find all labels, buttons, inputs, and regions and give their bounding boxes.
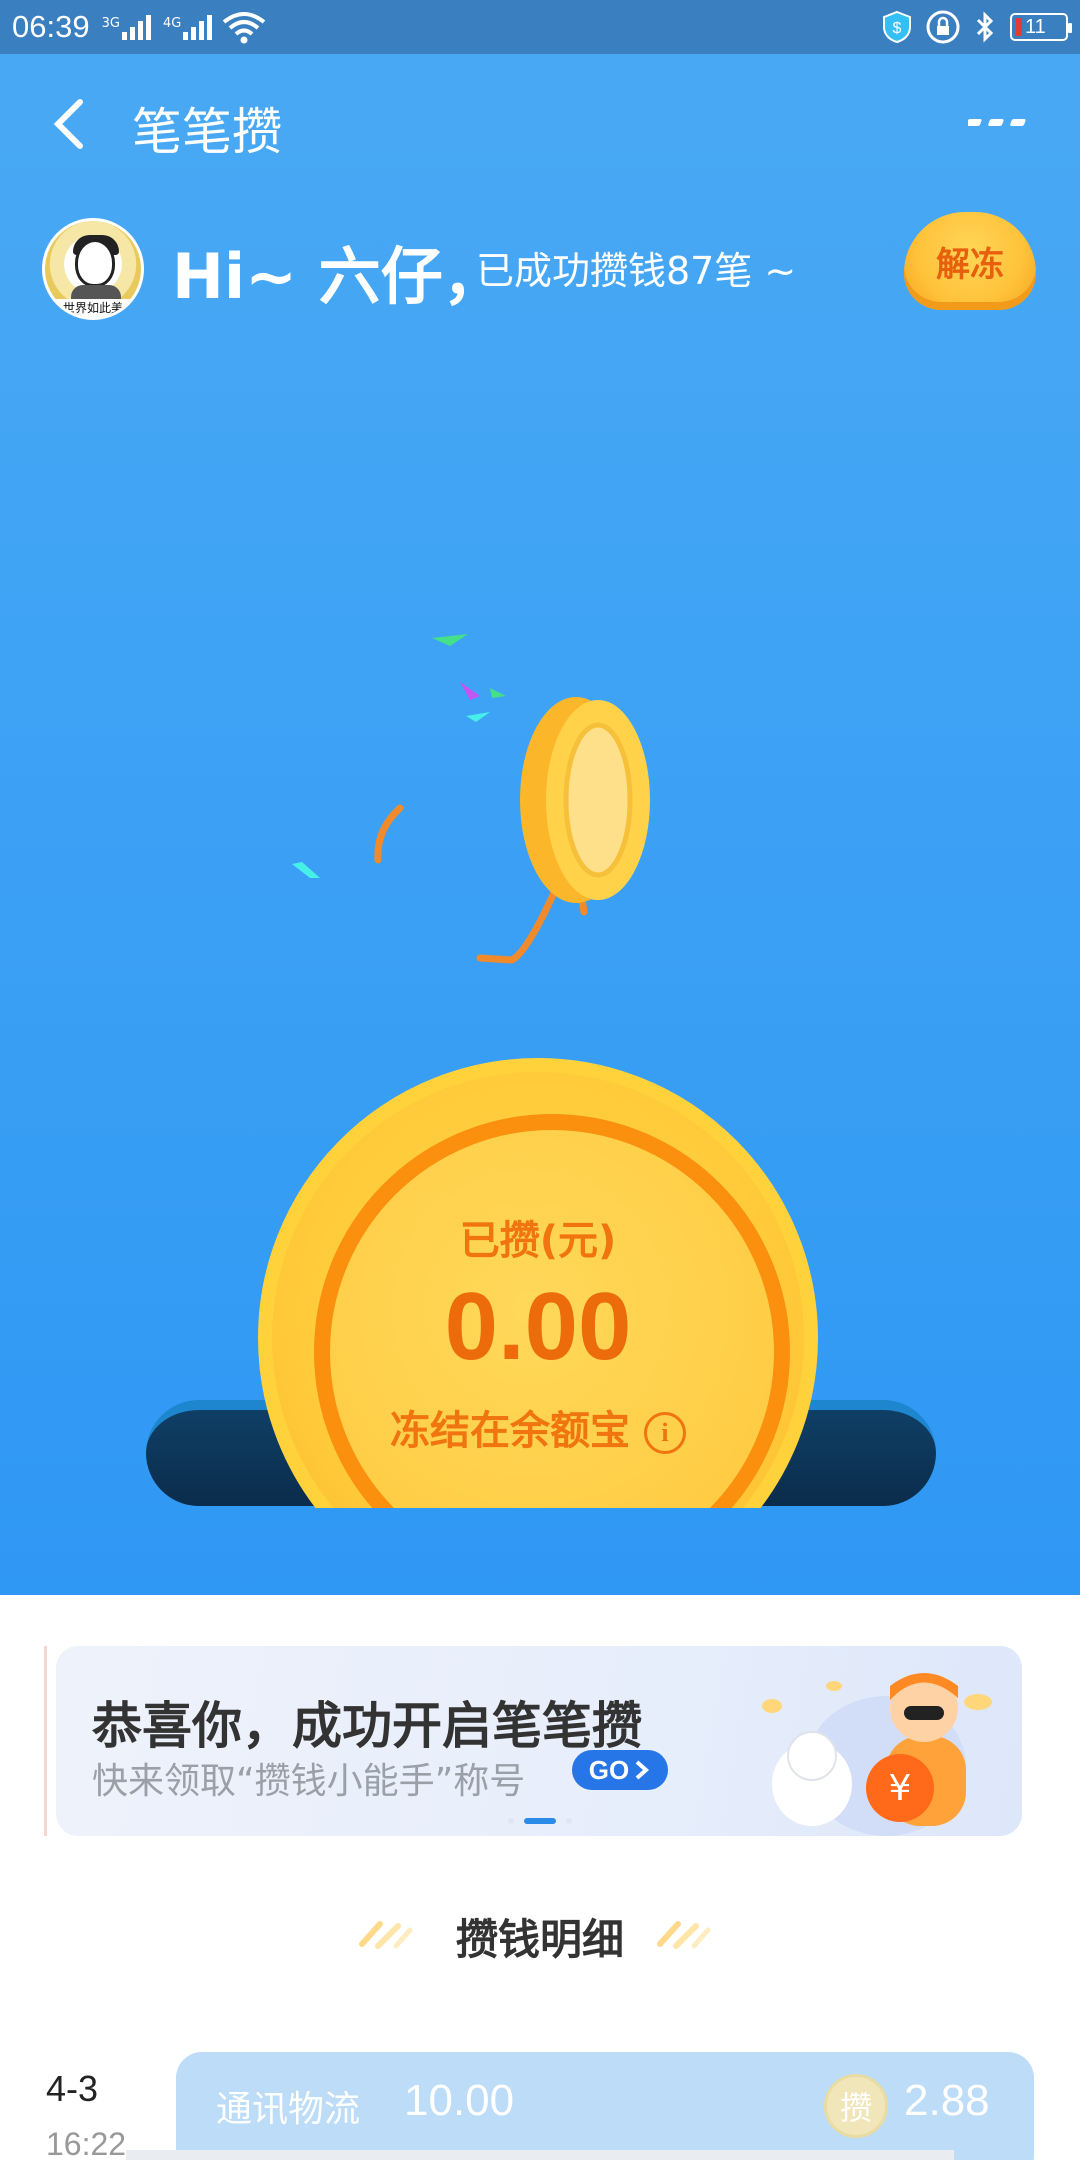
banner-edge [44, 1646, 47, 1836]
bluetooth-icon [976, 11, 994, 43]
go-label: GO [588, 1754, 630, 1785]
network-type-2: 4G [162, 16, 182, 31]
avatar-caption: 世界如此美 [45, 299, 141, 317]
promo-banner[interactable]: 恭喜你，成功开启笔笔攒 快来领取“攒钱小能手”称号 GO ¥ [56, 1646, 1022, 1836]
bottom-scroll-indicator [126, 2150, 954, 2160]
record-saved-amount: 2.88 [904, 2076, 990, 2125]
record-category: 通讯物流 [216, 2089, 361, 2130]
signal-icon [183, 14, 213, 40]
status-bar: 06:39 3G 4G $ 11 [0, 0, 1080, 54]
go-button[interactable]: GO [572, 1750, 668, 1790]
more-icon [968, 119, 1026, 126]
page-dot[interactable] [508, 1818, 514, 1824]
network-type-1: 3G [101, 16, 120, 31]
app-root: 06:39 3G 4G $ 11 笔笔攒 世界如此美 Hi~ 六仔， 已成功攒钱… [0, 0, 1080, 2160]
confetti [490, 688, 506, 698]
status-right-group: $ 11 [882, 10, 1072, 44]
back-button[interactable] [40, 94, 100, 154]
page-dot-active[interactable] [524, 1818, 556, 1824]
banner-title: 恭喜你，成功开启笔笔攒 [92, 1697, 642, 1755]
record-time: 16:22 [46, 2126, 127, 2160]
page-title: 笔笔攒 [132, 103, 282, 161]
frozen-status-text: 冻结在余额宝 [390, 1408, 630, 1454]
saved-amount: 0.00 [444, 1273, 632, 1380]
confetti [292, 862, 320, 878]
clock: 06:39 [12, 9, 90, 44]
banner-pagination [0, 1818, 1080, 1824]
saved-unit-label: 已攒(元) [459, 1218, 617, 1264]
confetti [460, 682, 480, 700]
record-date: 4-3 [46, 2068, 99, 2109]
cell-signal-1: 3G [102, 14, 151, 40]
mascot-illustration: ¥ [762, 1673, 992, 1836]
nav-bar: 笔笔攒 [0, 54, 1080, 194]
saved-badge-icon: 攒 [824, 2074, 888, 2138]
title-decoration-right [657, 1921, 711, 1949]
avatar[interactable]: 世界如此美 [42, 218, 144, 320]
greeting-text: Hi~ 六仔， [172, 240, 505, 313]
savings-coin: 已攒(元) 0.00 冻结在余额宝 i [258, 1058, 818, 1508]
section-title: 攒钱明细 [455, 1915, 624, 1964]
saved-count-text: 已成功攒钱87笔 ~ [476, 249, 797, 293]
battery-level: 11 [1025, 15, 1046, 38]
info-icon[interactable]: i [644, 1412, 686, 1454]
coin-mascot-illustration [292, 634, 650, 964]
shield-icon: $ [883, 10, 911, 44]
cell-signal-2: 4G [162, 14, 213, 40]
banner-subtitle: 快来领取“攒钱小能手”称号 [92, 1761, 526, 1802]
more-button[interactable] [960, 102, 1040, 142]
page-dot[interactable] [566, 1818, 572, 1824]
lock-icon [926, 10, 960, 44]
frozen-status: 冻结在余额宝 i [258, 1398, 818, 1456]
svg-text:¥: ¥ [889, 1768, 912, 1809]
chevron-left-icon [53, 99, 83, 149]
confetti [432, 634, 468, 646]
record-card[interactable]: 通讯物流 10.00 攒 2.88 [176, 2052, 1034, 2160]
record-amount: 10.00 [404, 2076, 515, 2125]
chevron-right-icon [635, 1760, 650, 1780]
confetti [466, 712, 490, 722]
battery-icon: 11 [1010, 13, 1072, 41]
signal-icon [121, 14, 151, 40]
svg-text:$: $ [893, 20, 902, 37]
wifi-icon [223, 12, 266, 44]
